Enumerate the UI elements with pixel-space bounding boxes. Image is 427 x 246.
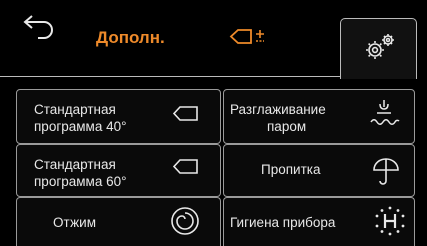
tag-icon [172,159,198,174]
option-steam-smoothing[interactable]: Разглаживание паром [223,89,415,144]
umbrella-icon [373,158,399,185]
hygiene-icon [375,206,405,236]
option-label: Гигиена прибора [230,215,336,230]
option-label-line2: программа 40° [34,119,127,134]
settings-gears-icon [366,34,394,59]
page-title: Дополн. [96,28,165,47]
option-appliance-hygiene[interactable]: Гигиена прибора [223,197,415,246]
settings-button[interactable] [340,18,417,79]
tag-icon [172,106,198,121]
option-label-line2: программа 60° [34,174,127,189]
option-label-line1: Разглаживание [230,102,326,117]
back-button[interactable] [18,14,68,60]
header-divider [0,76,341,77]
option-label: Отжим [53,215,96,230]
back-arrow-icon [23,15,54,39]
option-label-line2: паром [267,119,307,134]
option-standard-60[interactable]: Стандартная программа 60° [16,144,221,197]
option-impregnation[interactable]: Пропитка [223,144,415,197]
option-spin[interactable]: Отжим [16,197,221,246]
option-standard-40[interactable]: Стандартная программа 40° [16,89,221,144]
program-tag-plus-minus-icon[interactable] [229,28,275,54]
steam-icon [370,100,400,125]
option-label-line1: Стандартная [34,157,116,172]
spin-icon [171,207,199,235]
option-label: Пропитка [261,162,321,177]
option-label-line1: Стандартная [34,102,116,117]
